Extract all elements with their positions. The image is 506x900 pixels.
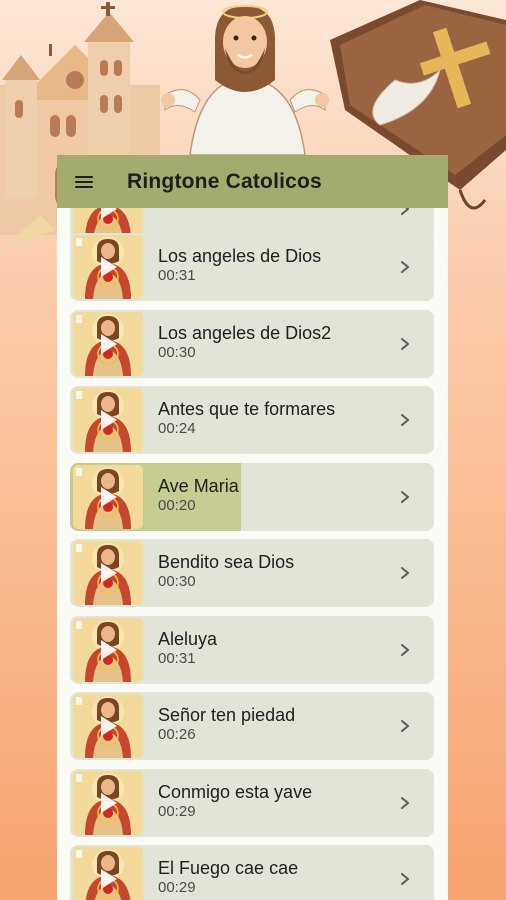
song-duration: 00:20 bbox=[158, 496, 196, 514]
song-duration: 00:31 bbox=[158, 267, 196, 284]
song-title: Ave Maria bbox=[158, 475, 239, 496]
menu-icon bbox=[75, 175, 93, 188]
chevron-right-icon[interactable] bbox=[398, 412, 412, 428]
ringtone-item[interactable]: Los angeles de Dios 00:31 bbox=[70, 233, 434, 301]
song-title: Antes que te formares bbox=[158, 399, 336, 419]
chevron-right-icon[interactable] bbox=[398, 336, 412, 352]
menu-button[interactable] bbox=[57, 155, 111, 208]
song-title: Los angeles de Dios2 bbox=[158, 322, 332, 343]
song-duration: 00:31 bbox=[158, 649, 196, 667]
song-duration: 00:26 bbox=[158, 726, 196, 743]
song-title: Aleluya bbox=[158, 628, 218, 649]
song-title: Bendito sea Dios bbox=[158, 552, 295, 572]
song-title: Señor ten piedad bbox=[158, 705, 296, 725]
chevron-right-icon[interactable] bbox=[398, 565, 412, 581]
song-thumbnail[interactable] bbox=[73, 388, 143, 452]
song-title: Los angeles de Dios bbox=[158, 246, 322, 266]
app-bar: Ringtone Catolicos bbox=[57, 155, 448, 208]
song-duration: 00:30 bbox=[158, 573, 196, 590]
ringtone-item[interactable]: Antes que te formares 00:24 bbox=[70, 386, 434, 454]
song-duration: 00:30 bbox=[158, 343, 196, 361]
song-thumbnail[interactable] bbox=[73, 235, 143, 299]
song-thumbnail[interactable] bbox=[73, 311, 143, 376]
song-thumbnail[interactable] bbox=[73, 464, 143, 529]
ringtone-item[interactable]: Ave Maria 00:20 bbox=[70, 462, 434, 531]
ringtone-item[interactable]: Señor ten piedad 00:26 bbox=[70, 692, 434, 760]
song-thumbnail[interactable] bbox=[73, 694, 143, 758]
chevron-right-icon[interactable] bbox=[398, 489, 412, 505]
song-thumbnail[interactable] bbox=[73, 847, 143, 900]
app-title: Ringtone Catolicos bbox=[127, 169, 322, 193]
chevron-right-icon[interactable] bbox=[398, 259, 412, 275]
chevron-right-icon[interactable] bbox=[398, 718, 412, 734]
chevron-right-icon[interactable] bbox=[398, 642, 412, 658]
song-thumbnail[interactable] bbox=[73, 617, 143, 682]
ringtone-item[interactable]: Aleluya 00:31 bbox=[70, 615, 434, 684]
ringtone-item[interactable]: Bendito sea Dios 00:30 bbox=[70, 539, 434, 607]
song-thumbnail[interactable] bbox=[73, 770, 143, 835]
song-title: El Fuego cae cae bbox=[158, 858, 299, 878]
song-thumbnail[interactable] bbox=[73, 541, 143, 605]
ringtone-item[interactable]: Los angeles de Dios2 00:30 bbox=[70, 309, 434, 378]
song-duration: 00:24 bbox=[158, 420, 196, 437]
song-title: Conmigo esta yave bbox=[158, 781, 313, 802]
ringtone-item[interactable]: El Fuego cae cae 00:29 bbox=[70, 845, 434, 900]
song-duration: 00:29 bbox=[158, 802, 196, 820]
chevron-right-icon[interactable] bbox=[398, 795, 412, 811]
jesus-illustration bbox=[161, 5, 329, 156]
ringtone-item[interactable]: Conmigo esta yave 00:29 bbox=[70, 768, 434, 837]
app-window: Ringtone Catolicos Los angeles de Dios 00… bbox=[57, 155, 448, 900]
chevron-right-icon[interactable] bbox=[398, 871, 412, 887]
song-duration: 00:29 bbox=[158, 879, 196, 896]
